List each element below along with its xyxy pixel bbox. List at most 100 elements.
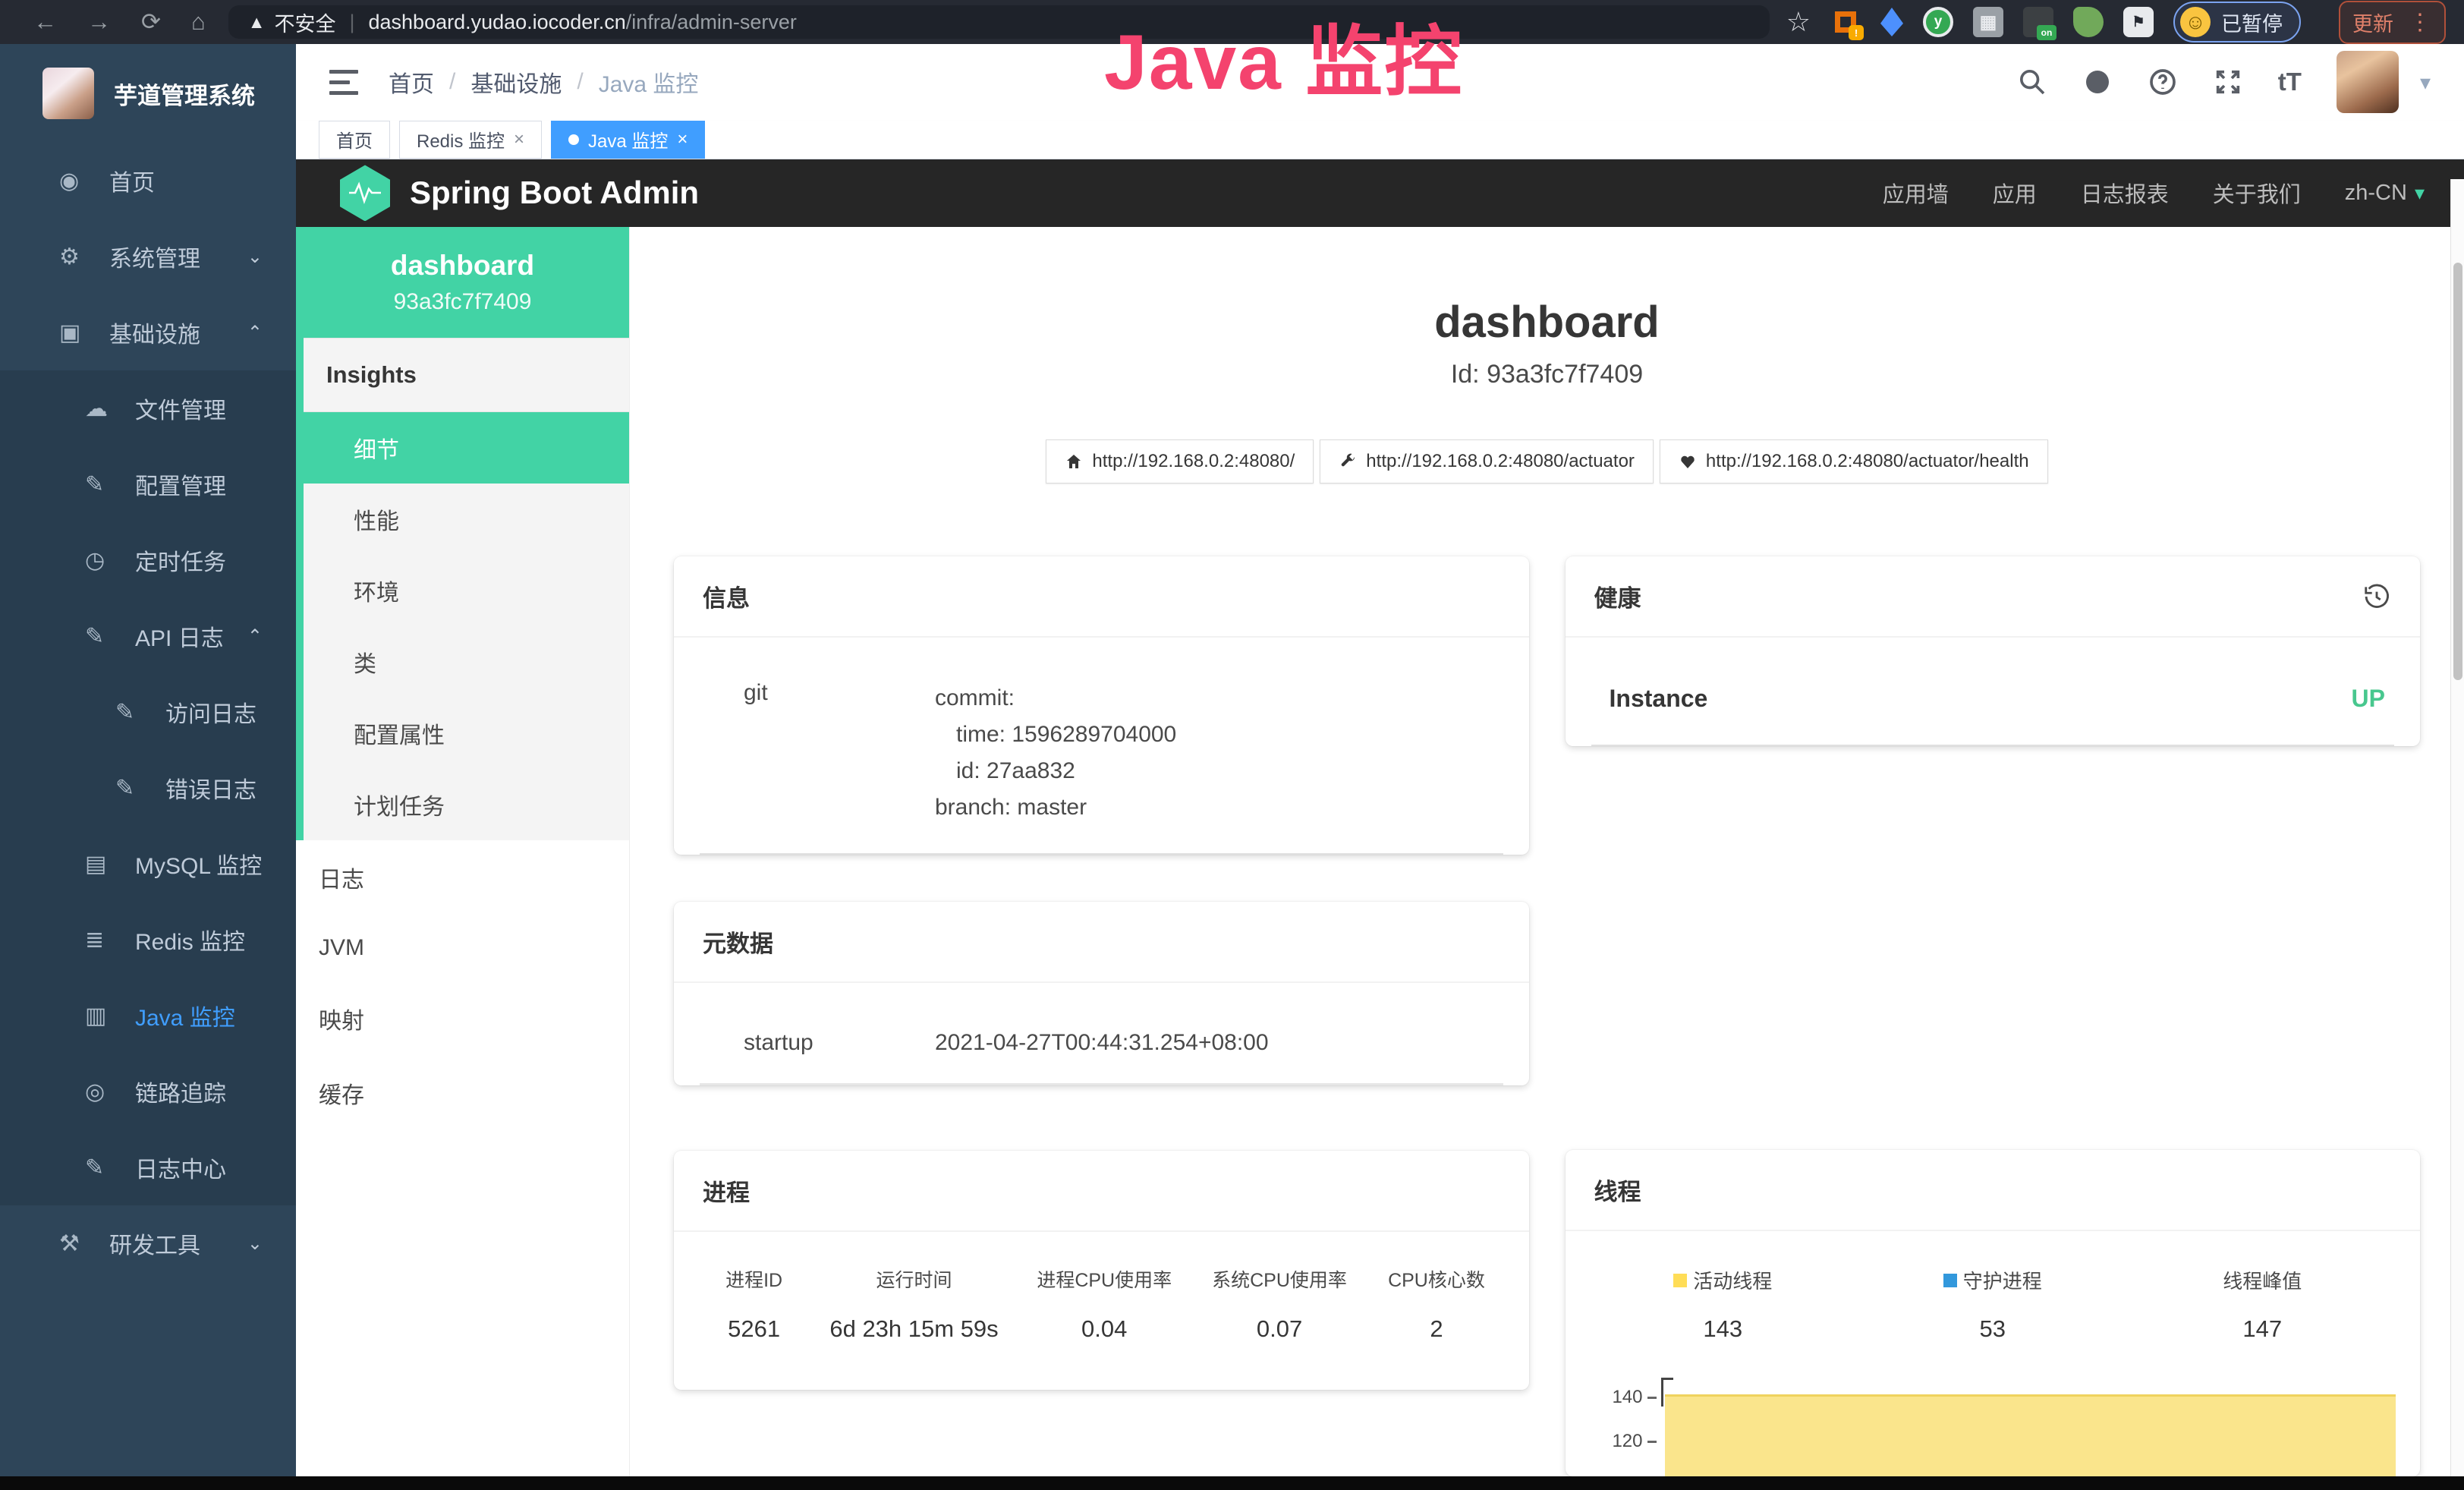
page-scrollbar[interactable]: [2450, 179, 2464, 1476]
sba-locale-select[interactable]: zh-CN ▾: [2345, 181, 2425, 206]
fullscreen-icon[interactable]: [2213, 67, 2243, 97]
sba-menu-caches[interactable]: 缓存: [296, 1056, 629, 1130]
sba-menu-classes[interactable]: 类: [304, 626, 629, 698]
breadcrumb-infra[interactable]: 基础设施: [470, 65, 562, 99]
sba-nav-about[interactable]: 关于我们: [2213, 177, 2301, 209]
extension-icon-list-on[interactable]: on: [2023, 7, 2053, 37]
user-avatar[interactable]: [2337, 51, 2399, 113]
sba-menu-config-props[interactable]: 配置属性: [304, 698, 629, 769]
spring-boot-admin-logo: [340, 165, 390, 221]
sidebar-item-label: 首页: [109, 164, 155, 197]
health-url-link[interactable]: http://192.168.0.2:48080/actuator/health: [1660, 439, 2048, 484]
sba-nav: 应用墙 应用 日志报表 关于我们 zh-CN ▾: [1883, 177, 2425, 209]
sba-header: Spring Boot Admin 应用墙 应用 日志报表 关于我们 zh-CN…: [296, 159, 2464, 227]
browser-update-button[interactable]: 更新 ⋮: [2339, 1, 2446, 44]
scrollbar-thumb[interactable]: [2453, 263, 2462, 680]
extensions-puzzle-icon[interactable]: ⚑: [2123, 7, 2154, 37]
card-title: 进程: [703, 1173, 750, 1208]
sidebar-item-mysql-monitor[interactable]: ▤ MySQL 监控: [0, 826, 296, 902]
edit-icon: ✎: [85, 471, 135, 498]
address-bar[interactable]: ▲ 不安全 | dashboard.yudao.iocoder.cn/infra…: [228, 5, 1770, 39]
close-icon[interactable]: ×: [514, 129, 524, 150]
legend-peak-threads: 线程峰值: [2128, 1266, 2398, 1294]
sidebar-item-log-center[interactable]: ✎ 日志中心: [0, 1129, 296, 1205]
extension-icon-orange-ring[interactable]: !: [1830, 7, 1861, 37]
sba-menu-jvm[interactable]: JVM: [296, 915, 629, 981]
legend-swatch-blue: [1943, 1274, 1957, 1287]
health-instance-label: Instance: [1610, 685, 1708, 713]
user-menu-caret-icon[interactable]: ▾: [2420, 70, 2431, 95]
github-icon[interactable]: [2082, 67, 2113, 97]
extension-icon-green-y[interactable]: y: [1923, 7, 1953, 37]
card-title: 信息: [703, 579, 750, 613]
eye-icon: ◎: [85, 1079, 135, 1105]
daemon-threads-value: 53: [1858, 1315, 2128, 1343]
sidebar-item-access-log[interactable]: ✎ 访问日志: [0, 674, 296, 750]
sidebar-item-system[interactable]: ⚙ 系统管理 ⌄: [0, 219, 296, 295]
sba-menu-details[interactable]: 细节: [296, 412, 629, 484]
hamburger-icon[interactable]: [329, 70, 358, 95]
extension-icon-blue-pin[interactable]: [1880, 8, 1903, 36]
sidebar-item-java-monitor[interactable]: ▥ Java 监控: [0, 978, 296, 1054]
extension-icon-grid[interactable]: ▦: [1973, 7, 2003, 37]
tab-label: 首页: [336, 126, 373, 153]
instance-header[interactable]: dashboard 93a3fc7f7409: [296, 227, 629, 338]
sidebar-item-config-manage[interactable]: ✎ 配置管理: [0, 446, 296, 522]
metadata-card: 元数据 startup 2021-04-27T00:44:31.254+08:0…: [674, 902, 1529, 1085]
sba-menu-environment[interactable]: 环境: [304, 555, 629, 626]
sidebar-item-infra[interactable]: ▣ 基础设施 ⌃: [0, 295, 296, 370]
sidebar-item-redis-monitor[interactable]: ≣ Redis 监控: [0, 902, 296, 978]
profile-paused-badge[interactable]: ☺ 已暂停: [2173, 2, 2301, 43]
extension-icon-leaf[interactable]: [2073, 7, 2104, 37]
legend-daemon-threads: 守护进程: [1858, 1266, 2128, 1294]
peak-threads-value: 147: [2128, 1315, 2398, 1343]
sidebar-item-scheduled-jobs[interactable]: ◷ 定时任务: [0, 522, 296, 598]
tab-java-monitor[interactable]: Java 监控 ×: [551, 121, 705, 159]
sba-nav-journal[interactable]: 日志报表: [2081, 177, 2169, 209]
cloud-icon: ☁: [85, 395, 135, 422]
help-icon[interactable]: [2148, 67, 2178, 97]
sidebar-item-label: 链路追踪: [135, 1075, 226, 1108]
sidebar-item-dev-tools[interactable]: ⚒ 研发工具 ⌄: [0, 1205, 296, 1281]
instance-name: dashboard: [391, 250, 534, 282]
breadcrumb-home[interactable]: 首页: [389, 65, 434, 99]
sidebar-item-file-manage[interactable]: ☁ 文件管理: [0, 370, 296, 446]
link-label: http://192.168.0.2:48080/actuator/health: [1706, 451, 2029, 472]
service-url-link[interactable]: http://192.168.0.2:48080/: [1046, 439, 1314, 484]
sba-menu-scheduled-tasks[interactable]: 计划任务: [304, 769, 629, 840]
sidebar-item-home[interactable]: ◉ 首页: [0, 143, 296, 219]
history-icon[interactable]: [2362, 582, 2391, 611]
not-secure-label[interactable]: 不安全: [274, 8, 335, 37]
home-icon[interactable]: ⌂: [191, 8, 206, 36]
sba-menu-metrics[interactable]: 性能: [304, 484, 629, 555]
chart-y-axis: 140 120 100: [1588, 1375, 1661, 1476]
not-secure-icon: ▲: [248, 12, 266, 33]
search-icon[interactable]: [2017, 67, 2047, 97]
tab-redis-monitor[interactable]: Redis 监控 ×: [399, 121, 542, 159]
forward-icon[interactable]: →: [87, 8, 111, 36]
sidebar-item-label: 文件管理: [135, 392, 226, 425]
browser-menu-icon[interactable]: ⋮: [2409, 9, 2432, 36]
app-title: 芋道管理系统: [114, 77, 255, 111]
reload-icon[interactable]: ⟳: [141, 8, 161, 36]
threads-card: 线程 活动线程 守护进: [1566, 1150, 2421, 1476]
font-size-icon[interactable]: tT: [2278, 68, 2302, 96]
paused-label: 已暂停: [2221, 8, 2283, 37]
sba-menu-logs[interactable]: 日志: [296, 840, 629, 915]
close-icon[interactable]: ×: [677, 129, 688, 150]
sidebar-item-api-log[interactable]: ✎ API 日志 ⌃: [0, 598, 296, 674]
url-host: dashboard.yudao.iocoder.cn: [369, 11, 626, 34]
actuator-url-link[interactable]: http://192.168.0.2:48080/actuator: [1320, 439, 1654, 484]
tab-home[interactable]: 首页: [319, 121, 390, 159]
back-icon[interactable]: ←: [33, 8, 57, 36]
app-logo-row[interactable]: 芋道管理系统: [0, 44, 296, 143]
sba-nav-wall[interactable]: 应用墙: [1883, 177, 1949, 209]
sba-menu-mappings[interactable]: 映射: [296, 981, 629, 1056]
sidebar-item-tracing[interactable]: ◎ 链路追踪: [0, 1054, 296, 1129]
sba-nav-applications[interactable]: 应用: [1993, 177, 2037, 209]
bookmark-star-icon[interactable]: ☆: [1786, 6, 1811, 38]
info-value: commit: time: 1596289704000 id: 27aa832 …: [935, 680, 1176, 826]
tab-label: Redis 监控: [417, 126, 505, 153]
sidebar-item-error-log[interactable]: ✎ 错误日志: [0, 750, 296, 826]
app-logo-image: [42, 68, 94, 119]
